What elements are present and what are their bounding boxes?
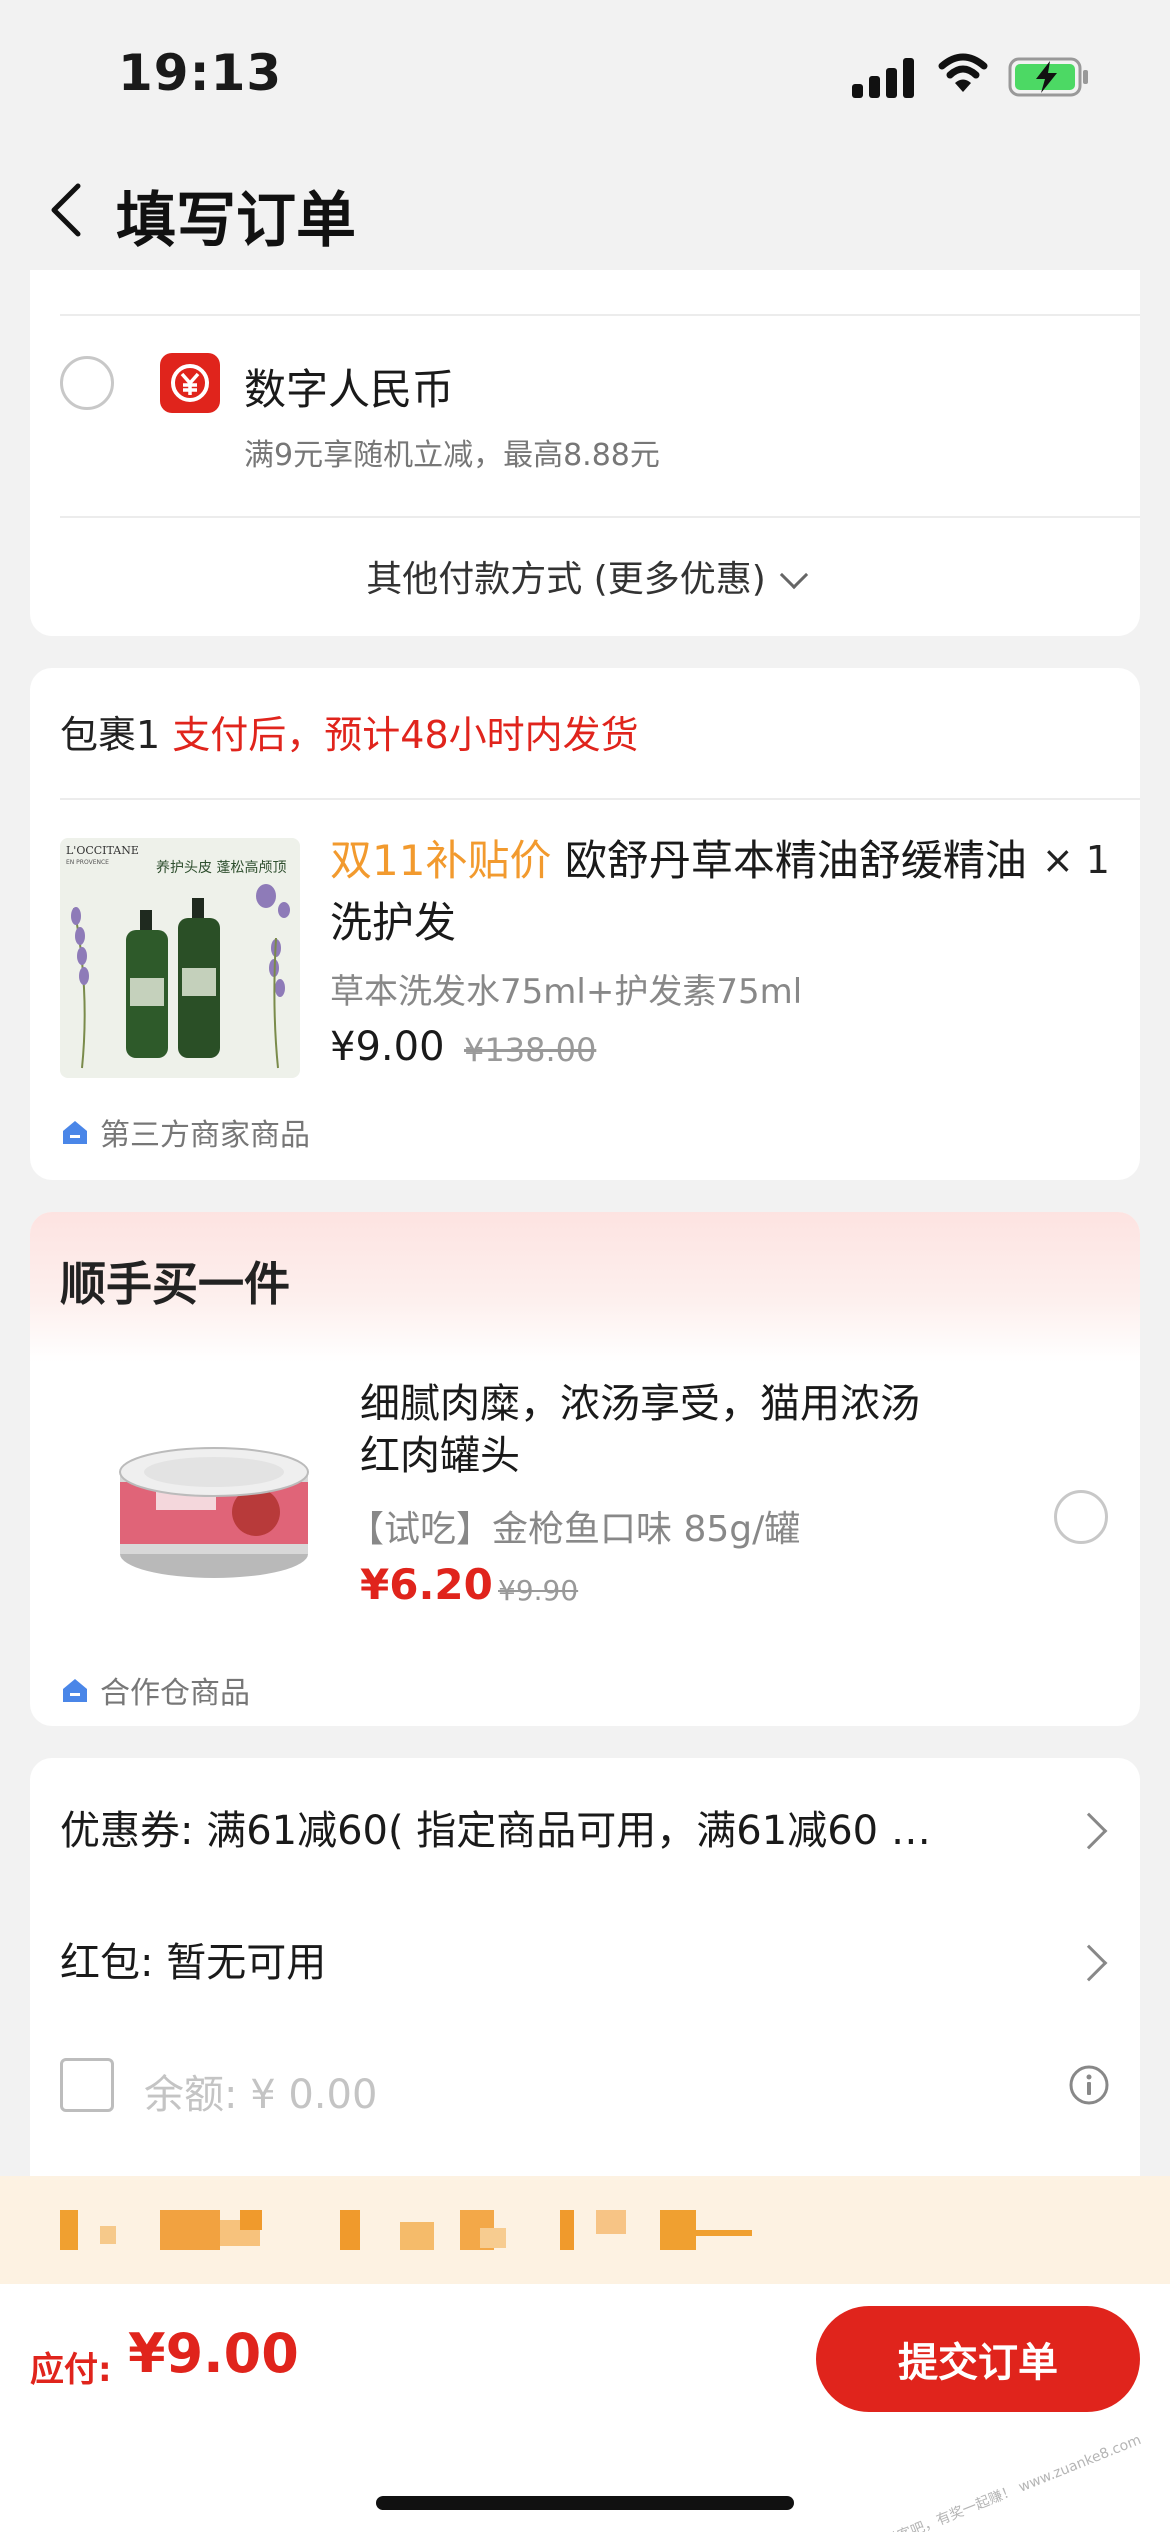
shipping-note: 支付后，预计48小时内发货 bbox=[172, 713, 639, 757]
balance-checkbox[interactable] bbox=[60, 2058, 114, 2112]
chevron-right-icon[interactable] bbox=[1070, 1812, 1108, 1850]
divider bbox=[60, 798, 1140, 800]
package-label: 包裹1 bbox=[60, 713, 161, 757]
product-image[interactable]: L'OCCITANE EN PROVENCE 养护头皮 蓬松高颅顶 bbox=[60, 838, 300, 1078]
seller-type: 第三方商家商品 bbox=[100, 1118, 310, 1153]
addon-select-radio[interactable] bbox=[1054, 1490, 1108, 1544]
addon-seller-row: 合作仓商品 bbox=[60, 1668, 250, 1712]
other-payment-label: 其他付款方式 (更多优惠) bbox=[366, 559, 766, 600]
product-spec: 草本洗发水75ml+护发素75ml bbox=[330, 972, 803, 1012]
digital-rmb-icon bbox=[160, 353, 220, 413]
status-bar: 19:13 bbox=[0, 0, 1170, 150]
wifi-icon bbox=[938, 53, 988, 92]
product-price: ¥9.00 bbox=[330, 1024, 445, 1070]
warehouse-icon bbox=[63, 1679, 87, 1702]
addon-product-spec: 【试吃】金枪鱼口味 85g/罐 bbox=[348, 1509, 801, 1550]
divider bbox=[60, 314, 1140, 316]
store-icon bbox=[63, 1121, 87, 1144]
status-time: 19:13 bbox=[118, 44, 283, 102]
product-image-slogan: 养护头皮 蓬松高颅顶 bbox=[156, 859, 286, 876]
info-icon[interactable] bbox=[1068, 2064, 1110, 2106]
seller-row: 第三方商家商品 bbox=[60, 1110, 310, 1154]
addon-price: ¥6.20 bbox=[360, 1560, 493, 1609]
home-indicator[interactable] bbox=[376, 2496, 794, 2510]
product-image-brand: L'OCCITANE bbox=[66, 844, 139, 857]
addon-card: 顺手买一件 细腻肉糜，浓汤享受，猫用浓汤红肉罐头 【试吃】金枪鱼口味 85g/罐… bbox=[30, 1212, 1140, 1726]
battery-charging-icon bbox=[1008, 57, 1088, 97]
cat-food-can-image[interactable] bbox=[116, 1432, 312, 1582]
product-quantity: × 1 bbox=[1041, 838, 1110, 882]
nav-bar: 填写订单 bbox=[0, 150, 1170, 270]
back-arrow-icon[interactable] bbox=[44, 180, 94, 240]
checkout-bar: 应付: ¥9.00 提交订单 赚客吧，有奖一起赚！ www.zuanke8.co… bbox=[0, 2284, 1170, 2532]
order-page: 19:13 填写订单 数字人民币 满9元享随机立减，最高8.88元 其他付款方式… bbox=[0, 0, 1170, 2532]
chevron-right-icon[interactable] bbox=[1070, 1944, 1108, 1982]
payment-method-card: 数字人民币 满9元享随机立减，最高8.88元 其他付款方式 (更多优惠) bbox=[30, 270, 1140, 636]
ecny-radio[interactable] bbox=[60, 356, 114, 410]
watermark: 赚客吧，有奖一起赚！ www.zuanke8.com bbox=[882, 2431, 1144, 2532]
promo-tag: 双11补贴价 bbox=[330, 836, 552, 885]
addon-product-name[interactable]: 细腻肉糜，浓汤享受，猫用浓汤红肉罐头 bbox=[360, 1378, 920, 1482]
red-packet-row[interactable]: 红包: 暂无可用 bbox=[60, 1930, 326, 1988]
payment-method-name: 数字人民币 bbox=[244, 365, 455, 414]
other-payment-methods-link[interactable]: 其他付款方式 (更多优惠) bbox=[30, 550, 1140, 602]
amount-due-label: 应付: bbox=[30, 2350, 112, 2390]
payment-method-desc: 满9元享随机立减，最高8.88元 bbox=[244, 438, 660, 473]
package-card: 包裹1 支付后，预计48小时内发货 L'OCCITANE EN PROVENCE… bbox=[30, 668, 1140, 1180]
promo-banner[interactable] bbox=[0, 2176, 1170, 2284]
cellular-signal-icon bbox=[852, 58, 916, 98]
chevron-down-icon bbox=[779, 560, 808, 590]
addon-original-price: ¥9.90 bbox=[498, 1574, 579, 1607]
addon-seller-type: 合作仓商品 bbox=[100, 1676, 250, 1711]
coupon-row[interactable]: 优惠券: 满61减60( 指定商品可用，满61减60 … bbox=[60, 1798, 931, 1856]
balance-label: 余额: ¥ 0.00 bbox=[144, 2072, 378, 2118]
amount-due-total: ¥9.00 bbox=[128, 2322, 299, 2385]
addon-title: 顺手买一件 bbox=[60, 1257, 290, 1311]
package-header: 包裹1 支付后，预计48小时内发货 bbox=[60, 704, 639, 759]
product-image-sub: EN PROVENCE bbox=[66, 859, 109, 866]
divider bbox=[60, 516, 1140, 518]
page-title: 填写订单 bbox=[116, 186, 356, 256]
product-title[interactable]: 双11补贴价 欧舒丹草本精油舒缓精油洗护发 bbox=[330, 830, 1050, 954]
product-original-price: ¥138.00 bbox=[464, 1031, 597, 1069]
submit-order-button[interactable]: 提交订单 bbox=[816, 2306, 1140, 2412]
discounts-card: 优惠券: 满61减60( 指定商品可用，满61减60 … 红包: 暂无可用 余额… bbox=[30, 1758, 1140, 2178]
